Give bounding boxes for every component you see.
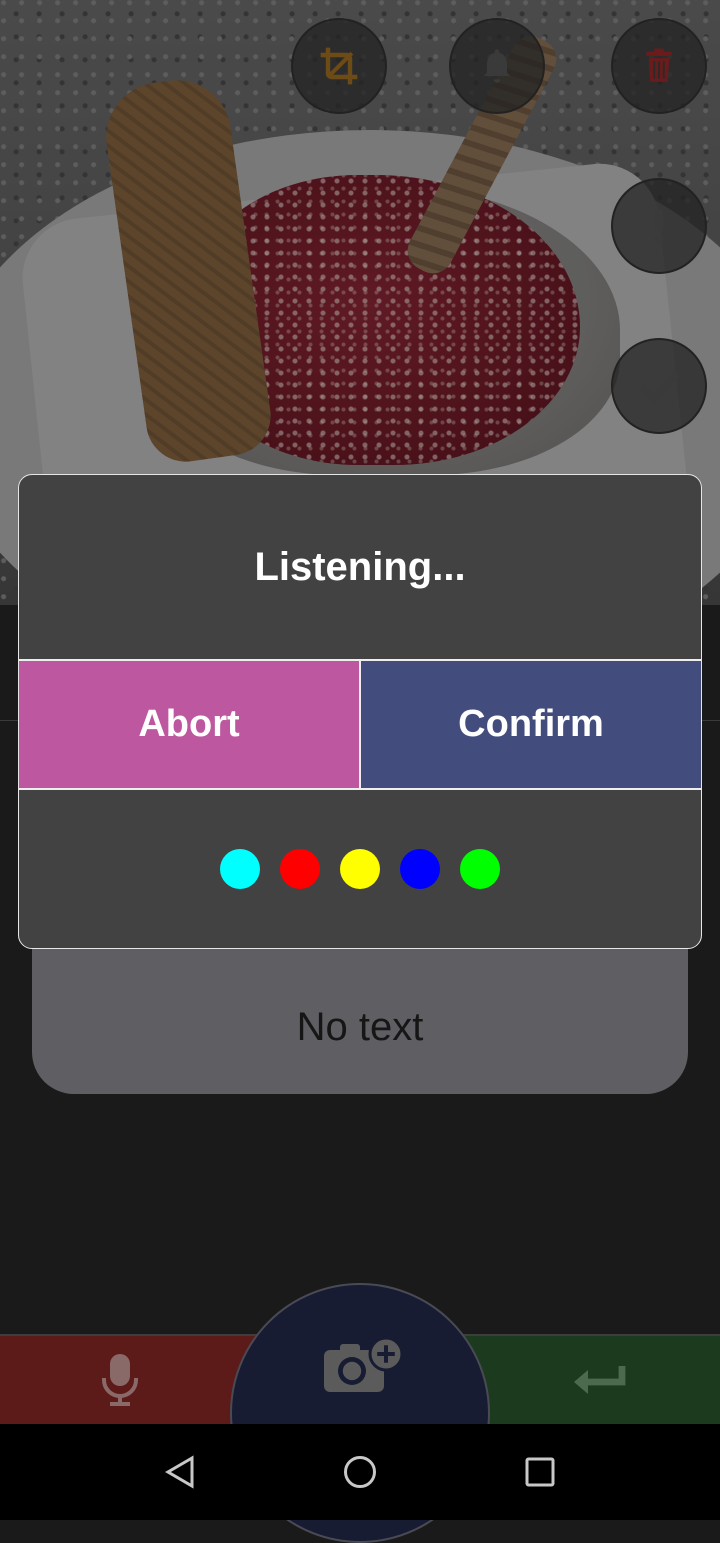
listening-indicator [19,849,701,891]
indicator-dot [220,849,260,889]
recent-apps-icon[interactable] [522,1454,558,1490]
abort-button[interactable]: Abort [19,661,361,788]
dialog-button-row: Abort Confirm [19,659,701,790]
dialog-title: Listening... [254,544,466,589]
indicator-dot [280,849,320,889]
back-icon[interactable] [162,1454,198,1490]
indicator-dot [340,849,380,889]
indicator-dot [400,849,440,889]
voice-dialog: Listening... Abort Confirm [18,474,702,949]
home-icon[interactable] [342,1454,378,1490]
indicator-dot [460,849,500,889]
confirm-button[interactable]: Confirm [361,661,701,788]
